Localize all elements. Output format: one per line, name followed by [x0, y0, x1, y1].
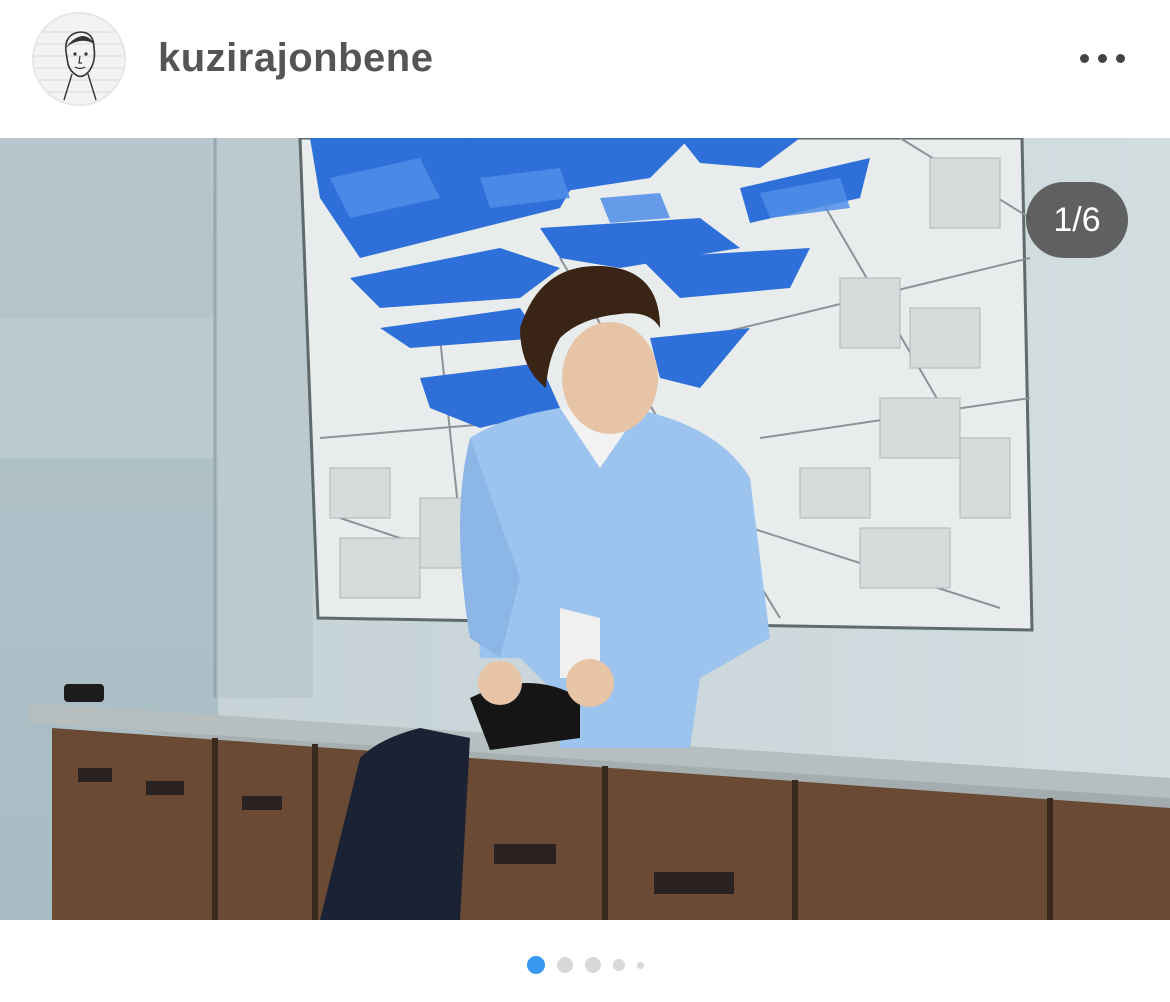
- sketch-portrait-icon: [34, 14, 124, 104]
- slide-counter: 1/6: [1026, 182, 1128, 258]
- carousel-dot[interactable]: [636, 961, 644, 969]
- carousel-dot[interactable]: [556, 957, 573, 973]
- more-dot: [1115, 53, 1125, 63]
- photo-illustration: [0, 138, 1170, 920]
- more-dot: [1097, 53, 1107, 63]
- more-dot: [1079, 53, 1089, 63]
- carousel-dot[interactable]: [612, 959, 625, 971]
- post-header: kuzirajonbene: [0, 0, 1170, 138]
- post-photo[interactable]: [0, 138, 1170, 920]
- carousel-dot-active[interactable]: [526, 956, 545, 974]
- avatar[interactable]: [32, 12, 126, 106]
- carousel-indicators: [0, 948, 1170, 982]
- username[interactable]: kuzirajonbene: [158, 36, 433, 81]
- more-options-icon[interactable]: [1070, 40, 1134, 76]
- carousel-dot[interactable]: [584, 957, 601, 973]
